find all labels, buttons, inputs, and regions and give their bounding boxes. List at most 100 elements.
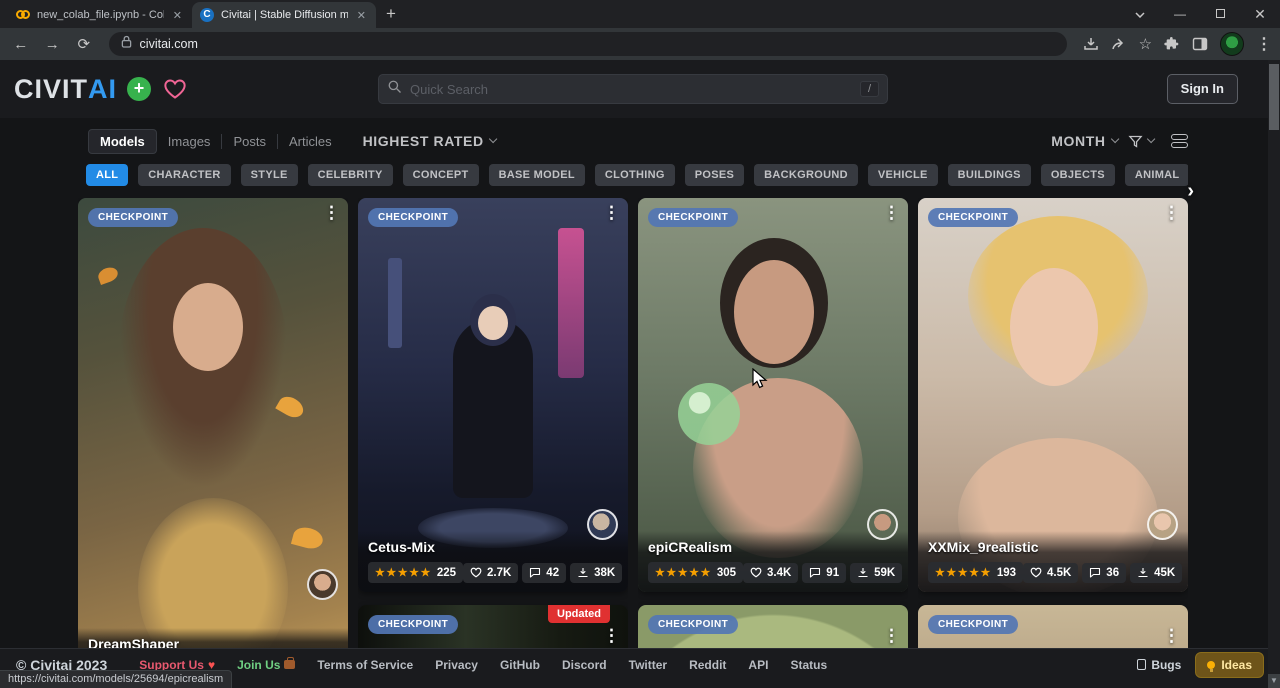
card-menu-icon[interactable]: ⋮ [323, 204, 340, 221]
footer-link-status[interactable]: Status [790, 658, 827, 672]
star-icons: ★★★★★ [655, 566, 712, 579]
model-card-partial[interactable]: Updated CHECKPOINT ⋮ [358, 605, 628, 648]
model-card-cetus-mix[interactable]: CHECKPOINT ⋮ Cetus-Mix ★★★★★225 2.7K 42 … [358, 198, 628, 592]
search-input[interactable] [410, 82, 852, 97]
footer-link-discord[interactable]: Discord [562, 658, 607, 672]
page-scrollbar[interactable]: ▼ [1268, 60, 1280, 688]
bugs-button[interactable]: Bugs [1137, 658, 1181, 672]
window-controls: — ✕ [1120, 0, 1280, 28]
model-card-dreamshaper[interactable]: CHECKPOINT ⋮ DreamShaper [78, 198, 348, 648]
creator-avatar[interactable] [1147, 509, 1178, 540]
close-button[interactable]: ✕ [1240, 6, 1280, 23]
grid-column: CHECKPOINT ⋮ XXMix_9realistic ★★★★★193 4… [918, 198, 1188, 648]
card-menu-icon[interactable]: ⋮ [603, 627, 620, 644]
likes-pill: 2.7K [463, 563, 518, 583]
tab-close-icon[interactable]: ✕ [355, 9, 368, 22]
model-card-partial[interactable]: CHECKPOINT ⋮ [638, 605, 908, 648]
model-card-epicrealism[interactable]: CHECKPOINT ⋮ epiCRealism ★★★★★305 3.4K 9… [638, 198, 908, 592]
profile-avatar[interactable] [1220, 32, 1244, 56]
comment-icon [529, 567, 541, 578]
footer-link-github[interactable]: GitHub [500, 658, 540, 672]
tab-search-icon[interactable] [1120, 7, 1160, 21]
filter-chip-concept[interactable]: CONCEPT [403, 164, 479, 186]
extensions-puzzle-icon[interactable] [1164, 36, 1180, 52]
downloads-pill: 45K [1130, 563, 1182, 583]
footer-link-terms[interactable]: Terms of Service [317, 658, 413, 672]
address-bar[interactable]: civitai.com [109, 32, 1067, 56]
creator-avatar[interactable] [587, 509, 618, 540]
model-type-badge: CHECKPOINT [368, 615, 458, 634]
footer-link-reddit[interactable]: Reddit [689, 658, 726, 672]
updated-badge: Updated [548, 605, 610, 623]
new-tab-button[interactable]: + [386, 4, 396, 24]
filter-chip-objects[interactable]: OBJECTS [1041, 164, 1115, 186]
filter-chip-clothing[interactable]: CLOTHING [595, 164, 675, 186]
maximize-button[interactable] [1200, 7, 1240, 21]
model-card-xxmix-9realistic[interactable]: CHECKPOINT ⋮ XXMix_9realistic ★★★★★193 4… [918, 198, 1188, 592]
filter-chip-all[interactable]: ALL [86, 164, 128, 186]
filter-chip-buildings[interactable]: BUILDINGS [948, 164, 1031, 186]
sign-in-button[interactable]: Sign In [1167, 74, 1238, 104]
create-plus-button[interactable]: + [127, 77, 151, 101]
back-button[interactable]: ← [8, 36, 34, 53]
chevron-down-icon [1110, 135, 1119, 144]
tab-images[interactable]: Images [157, 130, 222, 153]
filter-chip-style[interactable]: STYLE [241, 164, 298, 186]
share-icon[interactable] [1111, 36, 1127, 52]
model-card-partial[interactable]: CHECKPOINT ⋮ [918, 605, 1188, 648]
bookmark-star-icon[interactable]: ☆ [1139, 35, 1152, 53]
quick-search[interactable]: / [378, 74, 888, 104]
card-menu-icon[interactable]: ⋮ [1163, 627, 1180, 644]
heart-icon [470, 567, 482, 578]
model-title: epiCRealism [648, 539, 898, 555]
layout-toggle-button[interactable] [1171, 134, 1188, 148]
lock-icon [121, 35, 132, 53]
install-icon[interactable] [1083, 36, 1099, 52]
filter-chip-poses[interactable]: POSES [685, 164, 744, 186]
forward-button[interactable]: → [40, 36, 66, 53]
comments-count: 91 [826, 567, 839, 579]
filter-funnel-button[interactable] [1127, 133, 1154, 150]
model-type-badge: CHECKPOINT [368, 208, 458, 227]
filter-chip-character[interactable]: CHARACTER [138, 164, 230, 186]
creator-avatar[interactable] [307, 569, 338, 600]
card-menu-icon[interactable]: ⋮ [603, 204, 620, 221]
footer-link-join-us[interactable]: Join Us [237, 658, 295, 672]
reload-button[interactable]: ⟳ [71, 35, 97, 53]
filter-chip-background[interactable]: BACKGROUND [754, 164, 858, 186]
period-dropdown[interactable]: MONTH [1051, 133, 1118, 149]
sort-dropdown[interactable]: HIGHEST RATED [363, 133, 496, 149]
browser-menu-icon[interactable]: ⋮ [1256, 34, 1272, 54]
filter-chip-celebrity[interactable]: CELEBRITY [308, 164, 393, 186]
chips-scroll-right-icon[interactable]: › [1187, 180, 1194, 203]
tab-close-icon[interactable]: ✕ [171, 9, 184, 22]
download-icon [1137, 567, 1149, 578]
main-content: Models Images Posts Articles HIGHEST RAT… [0, 118, 1280, 648]
tab-title: new_colab_file.ipynb - Colaborat [37, 9, 164, 21]
tab-models[interactable]: Models [88, 129, 157, 154]
filter-chip-animal[interactable]: ANIMAL [1125, 164, 1188, 186]
card-menu-icon[interactable]: ⋮ [883, 627, 900, 644]
filter-chip-base-model[interactable]: BASE MODEL [489, 164, 585, 186]
creator-avatar[interactable] [867, 509, 898, 540]
footer-link-api[interactable]: API [748, 658, 768, 672]
filter-chip-vehicle[interactable]: VEHICLE [868, 164, 938, 186]
tab-colab[interactable]: new_colab_file.ipynb - Colaborat ✕ [8, 2, 192, 28]
card-menu-icon[interactable]: ⋮ [883, 204, 900, 221]
footer-link-privacy[interactable]: Privacy [435, 658, 478, 672]
chevron-down-icon [1147, 135, 1156, 144]
civitai-logo[interactable]: CIVITAI [14, 74, 117, 105]
favorites-heart-icon[interactable] [163, 78, 187, 100]
minimize-button[interactable]: — [1160, 7, 1200, 21]
tab-civitai[interactable]: C Civitai | Stable Diffusion models, ✕ [192, 2, 376, 28]
card-menu-icon[interactable]: ⋮ [1163, 204, 1180, 221]
tab-articles[interactable]: Articles [278, 130, 343, 153]
card-info: DreamShaper [78, 628, 348, 648]
model-title: Cetus-Mix [368, 539, 618, 555]
ideas-button[interactable]: Ideas [1195, 652, 1264, 678]
scrollbar-down-arrow[interactable]: ▼ [1268, 674, 1280, 688]
tab-posts[interactable]: Posts [222, 130, 277, 153]
scrollbar-thumb[interactable] [1269, 64, 1279, 130]
footer-link-twitter[interactable]: Twitter [629, 658, 667, 672]
side-panel-icon[interactable] [1192, 36, 1208, 52]
